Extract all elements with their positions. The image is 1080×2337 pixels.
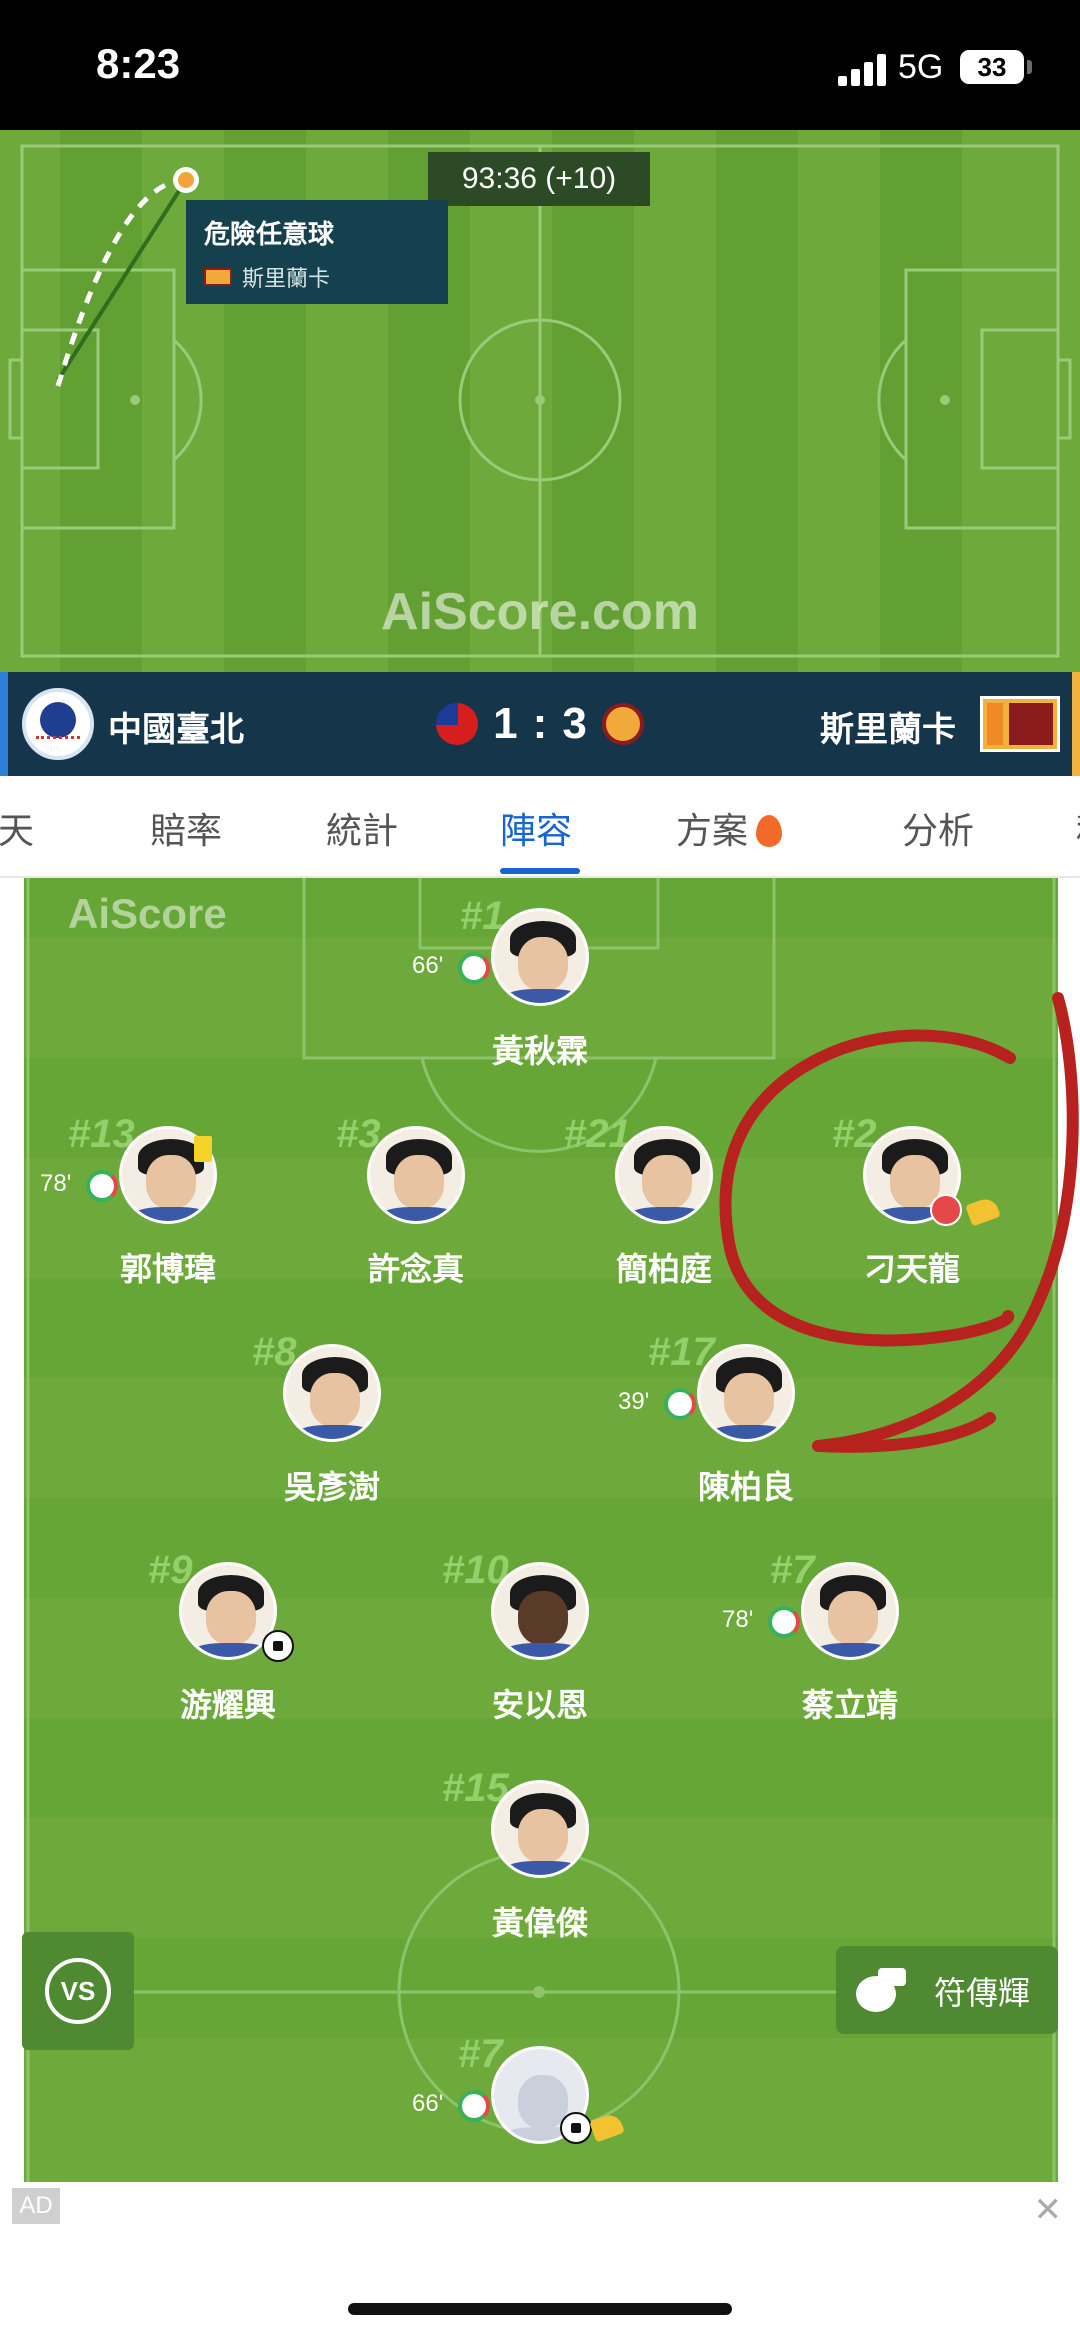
- tab-tips-label: 方案: [676, 811, 749, 852]
- vs-button[interactable]: VS: [22, 1932, 134, 2050]
- taiwan-flag-icon: [436, 703, 478, 745]
- sri-lanka-flag-icon: [204, 268, 232, 286]
- tab-bar: 聊天 賠率 統計 陣容 方案 分析 積: [0, 776, 1080, 878]
- fire-icon: [756, 815, 783, 847]
- home-team-name[interactable]: 中國臺北: [108, 702, 244, 751]
- battery-icon: 33: [960, 50, 1024, 84]
- tracker-watermark: AiScore.com: [381, 583, 699, 641]
- event-team: 斯里蘭卡: [204, 261, 430, 293]
- tab-tips[interactable]: 方案: [676, 802, 783, 854]
- whistle-icon: [856, 1966, 908, 2012]
- home-team-logo[interactable]: [22, 688, 94, 760]
- scoreboard: 中國臺北 1 : 3 斯里蘭卡: [0, 672, 1080, 776]
- match-timer: 93:36 (+10): [428, 152, 650, 206]
- tab-stats[interactable]: 統計: [326, 802, 398, 854]
- tab-chat[interactable]: 聊天: [0, 802, 34, 854]
- away-team-flag[interactable]: [980, 696, 1060, 752]
- score-separator: :: [532, 699, 548, 748]
- signal-icon: [838, 54, 886, 86]
- referee-name: 符傳輝: [934, 1974, 1031, 2012]
- app-screen: 8:23 5G 33 93:36 (+10) 危險任意球 斯里蘭卡 AiScor…: [0, 0, 1080, 2337]
- sri-lanka-flag-icon: [602, 703, 644, 745]
- home-score: 1: [493, 699, 518, 748]
- ad-label: AD: [12, 2188, 60, 2224]
- network-type: 5G: [898, 48, 944, 86]
- away-accent: [1072, 672, 1080, 776]
- close-icon[interactable]: ✕: [1034, 2190, 1063, 2230]
- tab-odds[interactable]: 賠率: [150, 802, 222, 854]
- event-team-name: 斯里蘭卡: [242, 267, 331, 292]
- home-indicator[interactable]: [348, 2303, 732, 2315]
- tab-standings[interactable]: 積: [1076, 802, 1080, 854]
- vs-icon: VS: [45, 1958, 111, 2024]
- away-team-name[interactable]: 斯里蘭卡: [820, 702, 956, 751]
- lineup-panel: AiScore #1 66' 黃秋霖 #13 78' 郭博瑋 #3 許念真 #2…: [0, 878, 1080, 2182]
- active-tab-indicator: [500, 868, 580, 874]
- battery-tip: [1027, 60, 1032, 74]
- tab-lineup[interactable]: 陣容: [500, 802, 572, 854]
- tab-analysis[interactable]: 分析: [902, 802, 974, 854]
- score: 1 : 3: [436, 692, 644, 756]
- live-pitch[interactable]: 93:36 (+10) 危險任意球 斯里蘭卡 AiScore.com: [0, 130, 1080, 672]
- event-popup: 危險任意球 斯里蘭卡: [186, 200, 448, 304]
- away-score: 3: [562, 699, 587, 748]
- home-accent: [0, 672, 8, 776]
- ad-banner[interactable]: AD ✕: [0, 2182, 1080, 2337]
- status-time: 8:23: [96, 40, 181, 87]
- referee-button[interactable]: 符傳輝: [836, 1946, 1058, 2034]
- status-bar: 8:23 5G 33: [0, 0, 1080, 130]
- event-title: 危險任意球: [204, 220, 335, 250]
